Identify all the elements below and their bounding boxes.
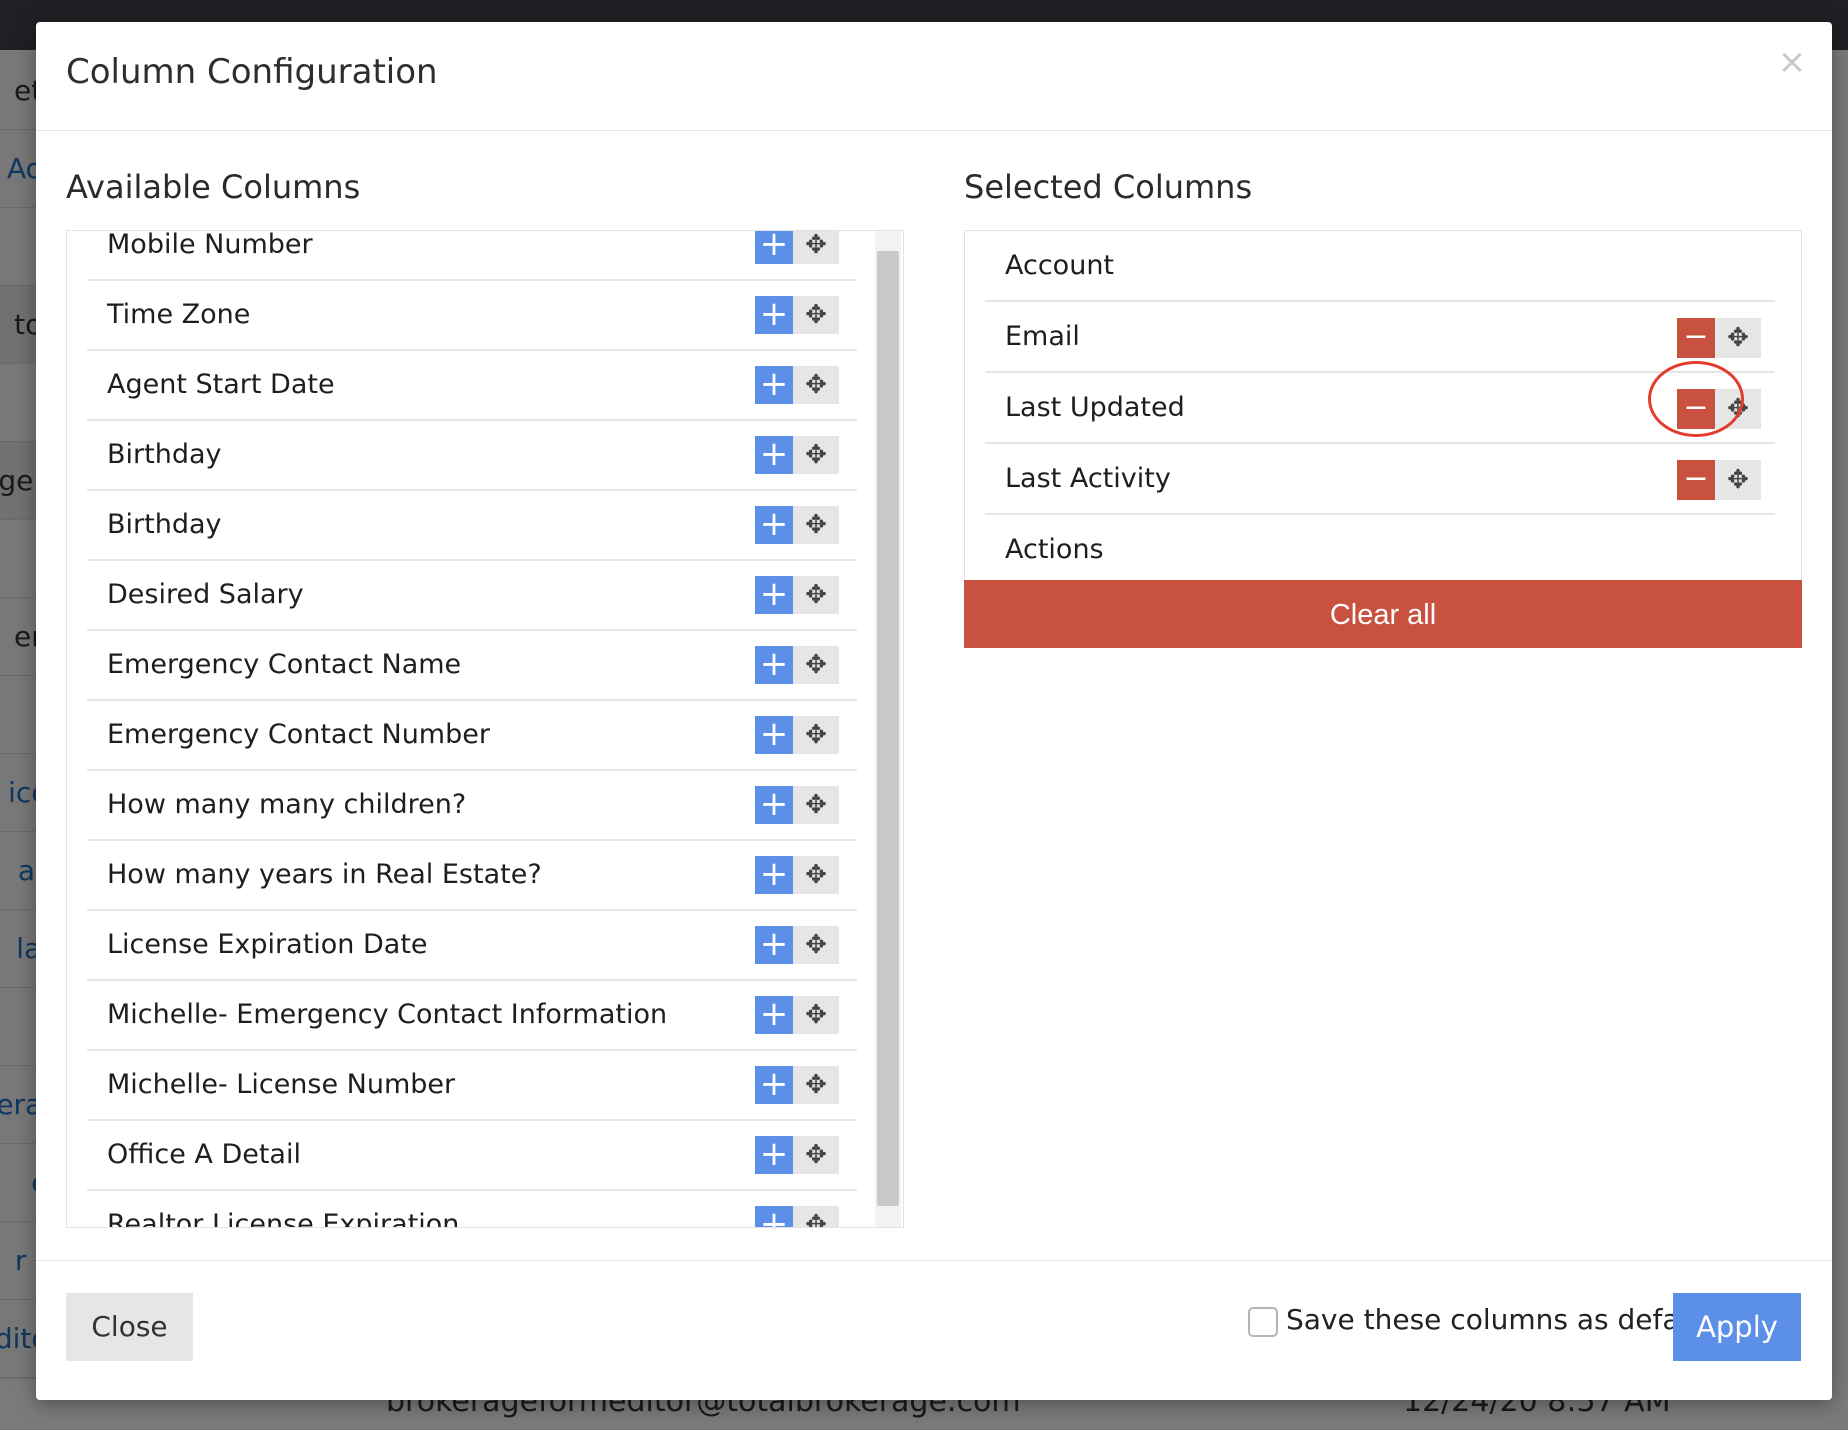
- selected-columns-list: Account Email − ✥ Last Updated − ✥ Last Activit…: [964, 230, 1802, 592]
- drag-handle-icon[interactable]: ✥: [793, 786, 839, 824]
- selected-column-row: Last Activity − ✥: [985, 444, 1775, 515]
- add-column-button[interactable]: +: [755, 856, 793, 894]
- selected-column-label: Actions: [1005, 534, 1104, 565]
- remove-column-button[interactable]: −: [1677, 460, 1715, 500]
- selected-columns-title: Selected Columns: [964, 168, 1253, 206]
- add-column-button[interactable]: +: [755, 646, 793, 684]
- drag-handle-icon[interactable]: ✥: [793, 1206, 839, 1227]
- drag-handle-icon[interactable]: ✥: [793, 856, 839, 894]
- modal-footer: Close Save these columns as default? App…: [36, 1260, 1832, 1401]
- add-column-button[interactable]: +: [755, 926, 793, 964]
- save-default-label[interactable]: Save these columns as default?: [1286, 1303, 1731, 1336]
- clear-all-button[interactable]: Clear all: [964, 580, 1802, 648]
- drag-handle-icon[interactable]: ✥: [793, 926, 839, 964]
- selected-column-label: Last Activity: [1005, 463, 1171, 494]
- available-column-label: Emergency Contact Number: [107, 719, 490, 750]
- available-column-row: Birthday + ✥: [87, 421, 857, 491]
- add-column-button[interactable]: +: [755, 786, 793, 824]
- drag-handle-icon[interactable]: ✥: [793, 716, 839, 754]
- available-column-label: Birthday: [107, 439, 222, 470]
- selected-columns-items: Account Email − ✥ Last Updated − ✥ Last Activit…: [985, 231, 1775, 584]
- modal-title: Column Configuration: [66, 52, 438, 92]
- add-column-button[interactable]: +: [755, 996, 793, 1034]
- scrollbar-thumb[interactable]: [877, 251, 899, 1206]
- drag-handle-icon[interactable]: ✥: [793, 506, 839, 544]
- available-column-row: Birthday + ✥: [87, 491, 857, 561]
- available-column-row: Desired Salary + ✥: [87, 561, 857, 631]
- selected-column-row: Account: [985, 231, 1775, 302]
- save-default-checkbox[interactable]: [1248, 1307, 1278, 1337]
- remove-column-button[interactable]: −: [1677, 318, 1715, 358]
- add-column-button[interactable]: +: [755, 1206, 793, 1227]
- add-column-button[interactable]: +: [755, 506, 793, 544]
- drag-handle-icon[interactable]: ✥: [1715, 318, 1761, 358]
- available-column-label: Michelle- License Number: [107, 1069, 456, 1100]
- available-column-label: How many years in Real Estate?: [107, 859, 542, 890]
- close-icon[interactable]: ×: [1772, 42, 1812, 82]
- available-column-label: Time Zone: [107, 299, 251, 330]
- drag-handle-icon[interactable]: ✥: [1715, 389, 1761, 429]
- add-column-button[interactable]: +: [755, 231, 793, 264]
- drag-handle-icon[interactable]: ✥: [793, 366, 839, 404]
- add-column-button[interactable]: +: [755, 1066, 793, 1104]
- drag-handle-icon[interactable]: ✥: [793, 576, 839, 614]
- column-configuration-modal: Column Configuration × Available Columns…: [36, 22, 1832, 1400]
- add-column-button[interactable]: +: [755, 1136, 793, 1174]
- available-column-label: Birthday: [107, 509, 222, 540]
- add-column-button[interactable]: +: [755, 716, 793, 754]
- available-columns-title: Available Columns: [66, 168, 361, 206]
- apply-button[interactable]: Apply: [1673, 1293, 1801, 1361]
- drag-handle-icon[interactable]: ✥: [793, 646, 839, 684]
- available-column-label: License Expiration Date: [107, 929, 428, 960]
- available-column-label: Mobile Number: [107, 230, 313, 260]
- selected-column-label: Email: [1005, 321, 1080, 352]
- available-column-label: Realtor License Expiration: [107, 1209, 460, 1228]
- modal-header: Column Configuration ×: [36, 22, 1832, 131]
- available-column-row: Agent Start Date + ✥: [87, 351, 857, 421]
- add-column-button[interactable]: +: [755, 296, 793, 334]
- add-column-button[interactable]: +: [755, 576, 793, 614]
- selected-column-row: Last Updated − ✥: [985, 373, 1775, 444]
- add-column-button[interactable]: +: [755, 436, 793, 474]
- available-columns-items: Mobile Number + ✥ Time Zone + ✥ Agent Start Da…: [87, 230, 857, 1228]
- drag-handle-icon[interactable]: ✥: [793, 296, 839, 334]
- available-column-label: Emergency Contact Name: [107, 649, 462, 680]
- available-column-row: Office A Detail + ✥: [87, 1121, 857, 1191]
- available-column-label: Agent Start Date: [107, 369, 335, 400]
- available-column-row: Michelle- Emergency Contact Information +…: [87, 981, 857, 1051]
- selected-column-label: Last Updated: [1005, 392, 1185, 423]
- drag-handle-icon[interactable]: ✥: [793, 1066, 839, 1104]
- available-column-row: How many many children? + ✥: [87, 771, 857, 841]
- add-column-button[interactable]: +: [755, 366, 793, 404]
- available-column-row: Michelle- License Number + ✥: [87, 1051, 857, 1121]
- drag-handle-icon[interactable]: ✥: [793, 436, 839, 474]
- available-column-row: Realtor License Expiration + ✥: [87, 1191, 857, 1228]
- drag-handle-icon[interactable]: ✥: [793, 996, 839, 1034]
- available-column-row: Time Zone + ✥: [87, 281, 857, 351]
- available-column-row: How many years in Real Estate? + ✥: [87, 841, 857, 911]
- remove-column-button[interactable]: −: [1677, 389, 1715, 429]
- selected-column-row: Email − ✥: [985, 302, 1775, 373]
- available-column-label: Office A Detail: [107, 1139, 301, 1170]
- available-column-row: Mobile Number + ✥: [87, 230, 857, 281]
- drag-handle-icon[interactable]: ✥: [793, 231, 839, 264]
- available-column-row: License Expiration Date + ✥: [87, 911, 857, 981]
- selected-column-row: Actions: [985, 515, 1775, 584]
- available-column-row: Emergency Contact Number + ✥: [87, 701, 857, 771]
- drag-handle-icon[interactable]: ✥: [1715, 460, 1761, 500]
- available-column-label: Michelle- Emergency Contact Information: [107, 999, 668, 1030]
- available-column-label: How many many children?: [107, 789, 467, 820]
- drag-handle-icon[interactable]: ✥: [793, 1136, 839, 1174]
- available-column-row: Emergency Contact Name + ✥: [87, 631, 857, 701]
- available-columns-list[interactable]: Mobile Number + ✥ Time Zone + ✥ Agent Start Da…: [66, 230, 904, 1228]
- available-column-label: Desired Salary: [107, 579, 304, 610]
- available-list-scrollbar[interactable]: [875, 231, 901, 1227]
- selected-column-label: Account: [1005, 250, 1115, 281]
- close-button[interactable]: Close: [66, 1293, 193, 1361]
